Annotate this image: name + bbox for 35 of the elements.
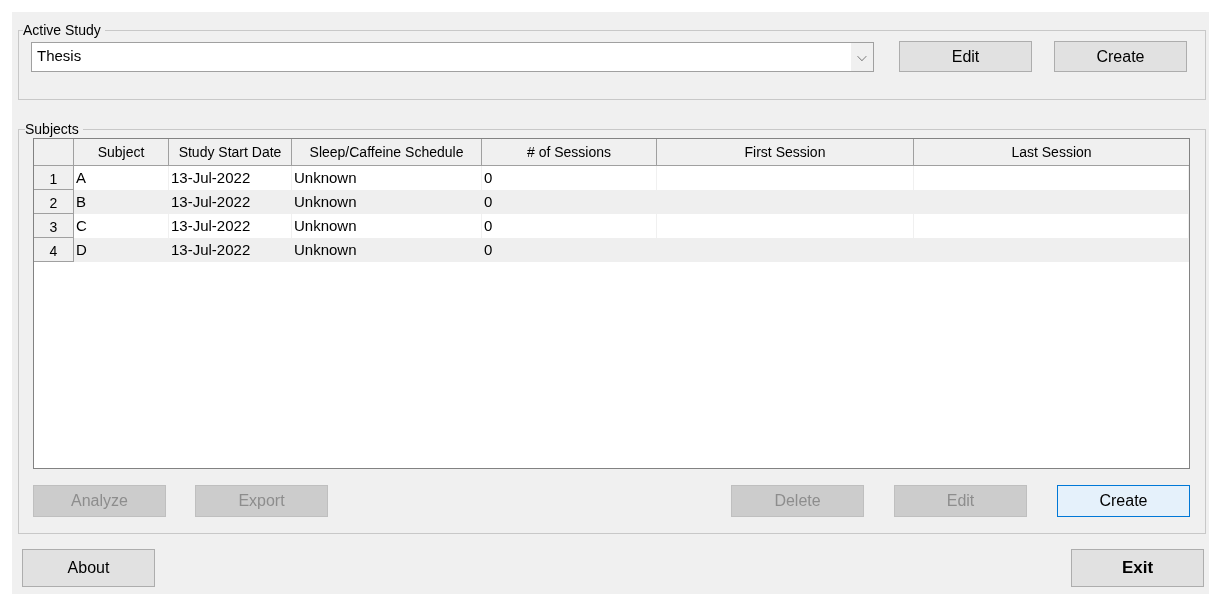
exit-button[interactable]: Exit: [1071, 549, 1204, 587]
group-label: Subjects: [25, 120, 80, 139]
row-header[interactable]: 3: [34, 214, 74, 238]
column-header[interactable]: First Session: [657, 139, 914, 165]
table-cell-text: 13-Jul-2022: [171, 167, 251, 188]
table-cell-text: 13-Jul-2022: [171, 191, 251, 212]
table-cell-text: Unknown: [294, 167, 357, 188]
row-header[interactable]: 1: [34, 166, 74, 190]
row-header[interactable]: 2: [34, 190, 74, 214]
column-header[interactable]: Subject: [74, 139, 169, 165]
row-header[interactable]: 4: [34, 238, 74, 262]
dropdown-value: Thesis: [36, 46, 83, 67]
create-button[interactable]: Create: [1057, 485, 1190, 517]
table-cell-text: A: [76, 167, 86, 188]
table-cell-text: B: [76, 191, 86, 212]
create-button[interactable]: Create: [1054, 41, 1187, 72]
table-cell-text: C: [76, 215, 87, 236]
column-header[interactable]: Last Session: [914, 139, 1189, 165]
table-cell-text: Unknown: [294, 215, 357, 236]
table-cell-text: 13-Jul-2022: [171, 215, 251, 236]
table-cell-text: 13-Jul-2022: [171, 239, 251, 260]
table-cell-text: Unknown: [294, 239, 357, 260]
about-button[interactable]: About: [22, 549, 155, 587]
table-cell-text: Unknown: [294, 191, 357, 212]
column-header[interactable]: Sleep/Caffeine Schedule: [292, 139, 482, 165]
study-dropdown[interactable]: Thesis ⌵: [31, 41, 874, 72]
table-cell-text: D: [76, 239, 87, 260]
column-header[interactable]: # of Sessions: [482, 139, 657, 165]
edit-button[interactable]: Edit: [899, 41, 1032, 72]
table-cell-text: 0: [484, 215, 493, 236]
table-cell-text: 0: [484, 239, 493, 260]
table-cell-text: 0: [484, 191, 493, 212]
group-label: Active Study: [23, 21, 102, 40]
column-header[interactable]: Study Start Date: [169, 139, 292, 165]
table-cell-text: 0: [484, 167, 493, 188]
